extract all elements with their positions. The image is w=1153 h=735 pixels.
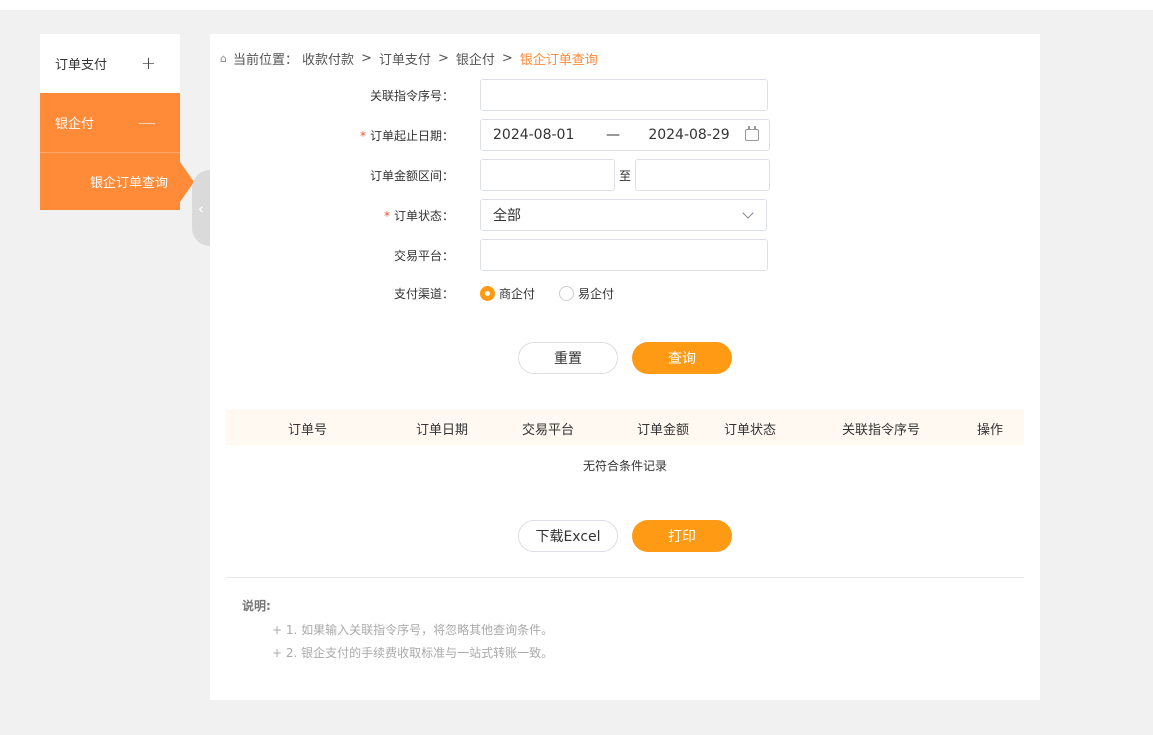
note-item: + 2. 银企支付的手续费收取标准与一站式转账一致。 [272, 646, 554, 660]
form-row-platform: 交易平台： [210, 239, 1040, 271]
amount-to-label: 至 [619, 168, 632, 183]
form-row-amount: 订单金额区间： 至 [210, 159, 1040, 191]
date-end: 2024-08-29 [648, 127, 730, 143]
note-item: + 1. 如果输入关联指令序号，将忽略其他查询条件。 [272, 623, 554, 637]
query-button[interactable]: 查询 [632, 342, 732, 374]
results-table-header: 订单号 订单日期 交易平台 订单金额 订单状态 关联指令序号 操作 [226, 409, 1024, 445]
col-header: 订单号 [288, 423, 328, 438]
channel-radio-group: 商企付 易企付 [480, 285, 638, 302]
radio-unselected-icon [559, 285, 575, 301]
status-select[interactable]: 全部 [480, 199, 767, 231]
col-header: 订单状态 [724, 423, 777, 438]
home-icon: ⌂ [220, 52, 227, 65]
status-select-value: 全部 [493, 208, 521, 224]
sidebar-subitem-order-query[interactable]: 银企订单查询 [40, 152, 194, 210]
breadcrumb-item[interactable]: 订单支付 [379, 49, 431, 68]
top-strip [0, 0, 1153, 10]
ref-label: 关联指令序号： [369, 88, 454, 103]
platform-input[interactable] [480, 239, 768, 271]
amount-min-input[interactable] [480, 159, 615, 191]
main-panel: ⌂ 当前位置： 收款付款 > 订单支付 > 银企付 > 银企订单查询 关联指令序… [210, 34, 1040, 700]
required-mark: * [383, 208, 390, 223]
col-header: 关联指令序号 [842, 423, 921, 438]
channel-option-shangqifu[interactable]: 商企付 [480, 285, 535, 302]
status-label: * 订单状态： [210, 207, 460, 224]
amount-max-input[interactable] [635, 159, 771, 191]
form-row-date: * 订单起止日期： 2024-08-01 — 2024-08-29 [210, 119, 1040, 151]
channel-option-yiqifu[interactable]: 易企付 [559, 285, 614, 302]
form-row-status: * 订单状态： 全部 [210, 199, 1040, 231]
print-button[interactable]: 打印 [632, 520, 732, 552]
sidebar-item-label: 订单支付 [55, 58, 108, 73]
col-header: 交易平台 [522, 423, 575, 438]
sidebar: 订单支付 + 银企付 — 银企订单查询 [40, 34, 194, 210]
expand-icon: + [140, 52, 156, 74]
date-label: * 订单起止日期： [210, 127, 460, 144]
channel-label: 支付渠道： [393, 286, 454, 301]
chevron-left-icon: ‹ [197, 198, 205, 218]
download-excel-button[interactable]: 下载Excel [518, 520, 618, 552]
chevron-down-icon [742, 207, 754, 219]
breadcrumb-item[interactable]: 银企付 [456, 49, 495, 68]
sidebar-item-bank-pay[interactable]: 银企付 — [40, 93, 180, 152]
radio-selected-icon [480, 285, 495, 301]
date-start: 2024-08-01 [493, 127, 575, 143]
breadcrumb-separator: > [437, 51, 449, 66]
date-dash: — [606, 127, 620, 143]
sidebar-item-order-payment[interactable]: 订单支付 + [40, 34, 180, 93]
date-label-text: 订单起止日期： [369, 128, 454, 143]
breadcrumb-separator: > [501, 51, 513, 66]
sidebar-subitem-label: 银企订单查询 [89, 176, 168, 191]
breadcrumb-current: 银企订单查询 [519, 53, 598, 68]
breadcrumb-prefix: 当前位置： [232, 53, 298, 68]
breadcrumb: ⌂ 当前位置： 收款付款 > 订单支付 > 银企付 > 银企订单查询 [220, 49, 598, 68]
platform-label: 交易平台： [393, 248, 454, 263]
channel-option-label: 易企付 [578, 286, 615, 301]
breadcrumb-item[interactable]: 收款付款 [302, 49, 354, 68]
date-range-picker[interactable]: 2024-08-01 — 2024-08-29 [480, 119, 770, 151]
form-row-channel: 支付渠道： 商企付 易企付 [210, 277, 1040, 309]
breadcrumb-separator: > [361, 51, 372, 66]
sidebar-collapse-toggle[interactable]: ‹ [192, 170, 210, 246]
col-header: 操作 [977, 423, 1004, 438]
divider [226, 577, 1024, 578]
col-header: 订单金额 [637, 423, 690, 438]
form-row-ref: 关联指令序号： [210, 79, 1040, 111]
required-mark: * [359, 128, 366, 143]
status-label-text: 订单状态： [393, 208, 454, 223]
amount-label: 订单金额区间： [369, 168, 454, 183]
reset-button[interactable]: 重置 [518, 342, 618, 374]
notes-title: 说明: [242, 599, 271, 613]
empty-results-message: 无符合条件记录 [582, 459, 667, 473]
col-header: 订单日期 [416, 423, 469, 438]
calendar-icon [745, 126, 759, 141]
sidebar-item-label: 银企付 [55, 117, 95, 132]
ref-number-input[interactable] [480, 79, 768, 111]
collapse-icon: — [138, 111, 156, 133]
channel-option-label: 商企付 [499, 286, 536, 301]
